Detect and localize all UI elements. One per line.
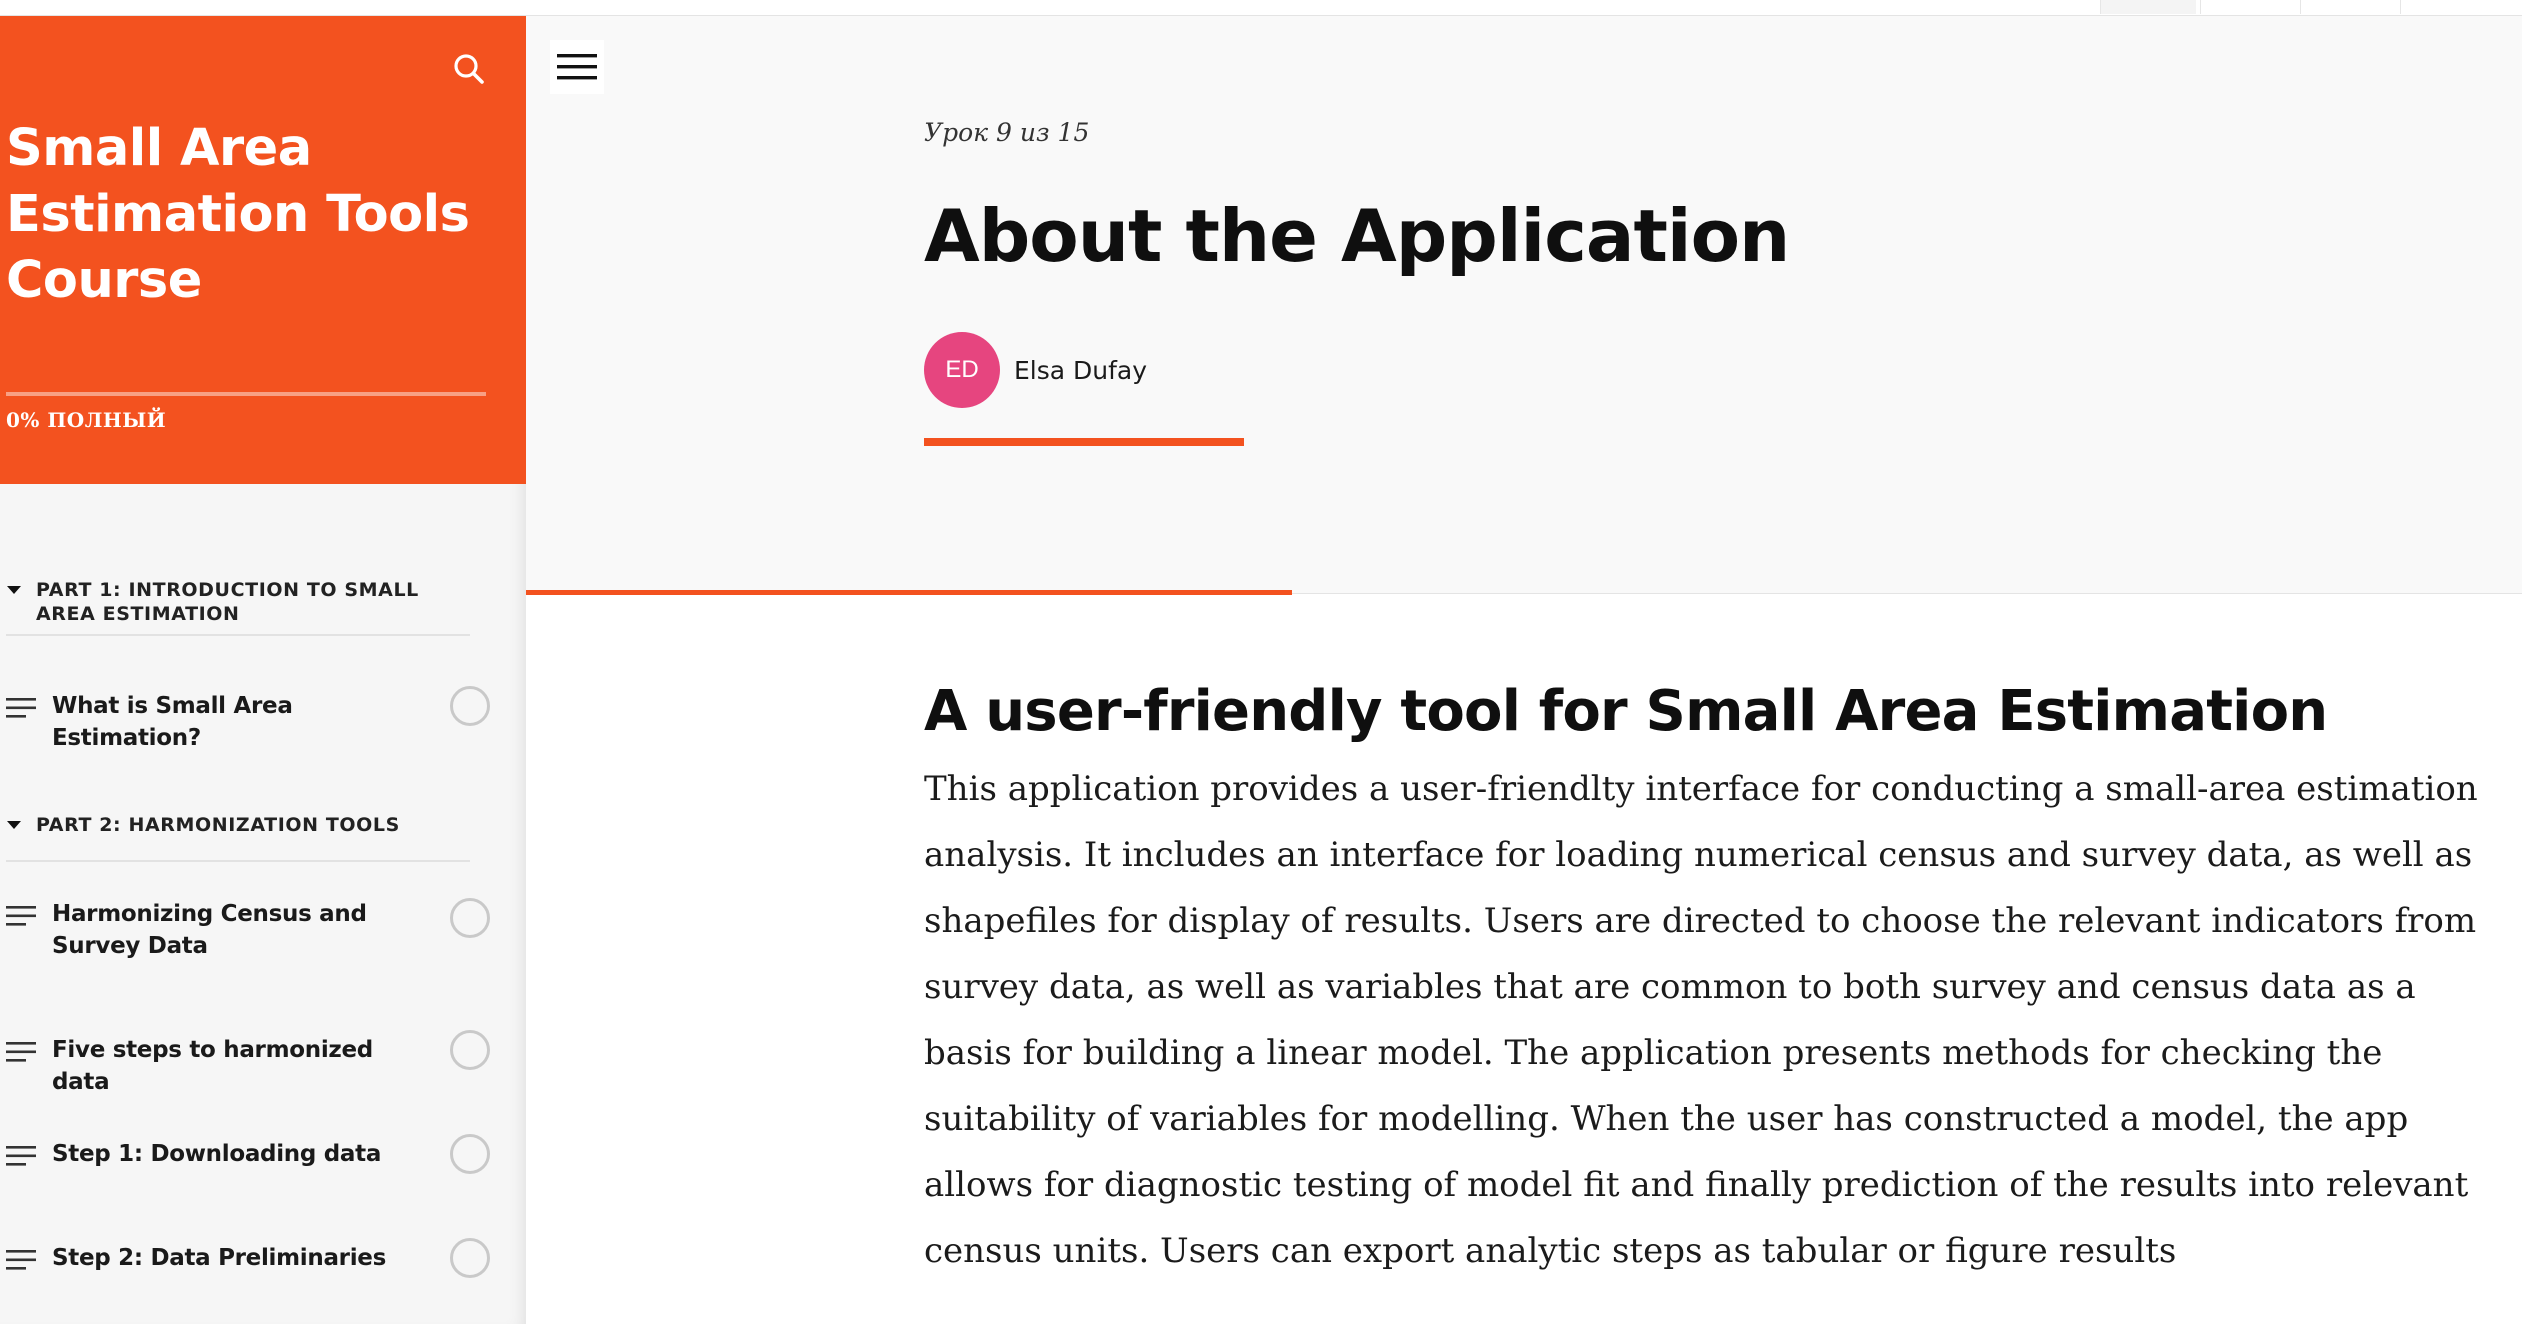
- divider: [6, 634, 470, 636]
- course-progress-bar: [6, 392, 486, 396]
- author-name: Elsa Dufay: [1014, 355, 1148, 385]
- lesson-lines-icon: [6, 698, 36, 718]
- avatar: ED: [924, 332, 1000, 408]
- lesson-label: Step 1: Downloading data: [52, 1141, 382, 1167]
- lesson-header: Урок 9 из 15 About the Application ED El…: [526, 16, 2522, 595]
- status-circle-icon: [450, 1030, 490, 1070]
- status-circle-icon: [450, 1238, 490, 1278]
- course-sidebar: Small Area Estimation Tools Course 0% ПО…: [0, 16, 526, 1324]
- lesson-label: Step 2: Data Preliminaries: [52, 1245, 386, 1271]
- toolbar-cell[interactable]: [2100, 0, 2196, 14]
- title-underline: [924, 438, 1244, 446]
- page-progress-bar: [526, 590, 1292, 595]
- toolbar-cell[interactable]: [2200, 0, 2296, 14]
- status-circle-icon: [450, 1134, 490, 1174]
- lesson-item[interactable]: Five steps to harmonized data: [6, 1030, 494, 1098]
- caret-down-icon: [7, 821, 21, 829]
- browser-top-strip: [0, 0, 2522, 16]
- lesson-counter: Урок 9 из 15: [924, 118, 1090, 147]
- lesson-item[interactable]: What is Small Area Estimation?: [6, 686, 494, 754]
- lesson-main: Урок 9 из 15 About the Application ED El…: [526, 16, 2522, 1324]
- author: ED Elsa Dufay: [924, 332, 1147, 408]
- search-icon: [454, 54, 484, 84]
- section-title: PART 2: HARMONIZATION TOOLS: [36, 814, 400, 836]
- toolbar-cell[interactable]: [2400, 0, 2496, 14]
- hamburger-menu-icon: [557, 54, 597, 80]
- lesson-title: About the Application: [924, 194, 1790, 278]
- search-button[interactable]: [448, 48, 490, 90]
- lesson-label: Five steps to harmonized data: [52, 1037, 373, 1095]
- lesson-label: What is Small Area Estimation?: [52, 693, 293, 751]
- section-toggle-part-2[interactable]: PART 2: HARMONIZATION TOOLS: [6, 813, 470, 837]
- status-circle-icon: [450, 898, 490, 938]
- lesson-content: A user-friendly tool for Small Area Esti…: [924, 672, 2484, 1284]
- course-progress-label: 0% ПОЛНЫЙ: [6, 408, 167, 432]
- lesson-item[interactable]: Step 1: Downloading data: [6, 1134, 494, 1174]
- menu-button[interactable]: [550, 40, 604, 94]
- lesson-lines-icon: [6, 1042, 36, 1062]
- lesson-item[interactable]: Step 2: Data Preliminaries: [6, 1238, 494, 1278]
- content-heading: A user-friendly tool for Small Area Esti…: [924, 679, 2328, 744]
- lesson-lines-icon: [6, 1250, 36, 1270]
- section-title: PART 1: INTRODUCTION TO SMALL AREA ESTIM…: [36, 579, 419, 625]
- content-paragraph: This application provides a user-friendl…: [924, 769, 2478, 1271]
- toolbar-cell[interactable]: [2300, 0, 2396, 14]
- divider: [6, 860, 470, 862]
- course-title: Small Area Estimation Tools Course: [6, 119, 470, 310]
- status-circle-icon: [450, 686, 490, 726]
- lesson-item[interactable]: Harmonizing Census and Survey Data: [6, 898, 494, 962]
- sidebar-header: Small Area Estimation Tools Course 0% ПО…: [0, 16, 526, 484]
- lesson-label: Harmonizing Census and Survey Data: [52, 901, 367, 959]
- lesson-lines-icon: [6, 1146, 36, 1166]
- caret-down-icon: [7, 586, 21, 594]
- section-toggle-part-1[interactable]: PART 1: INTRODUCTION TO SMALL AREA ESTIM…: [6, 578, 470, 626]
- lesson-lines-icon: [6, 906, 36, 926]
